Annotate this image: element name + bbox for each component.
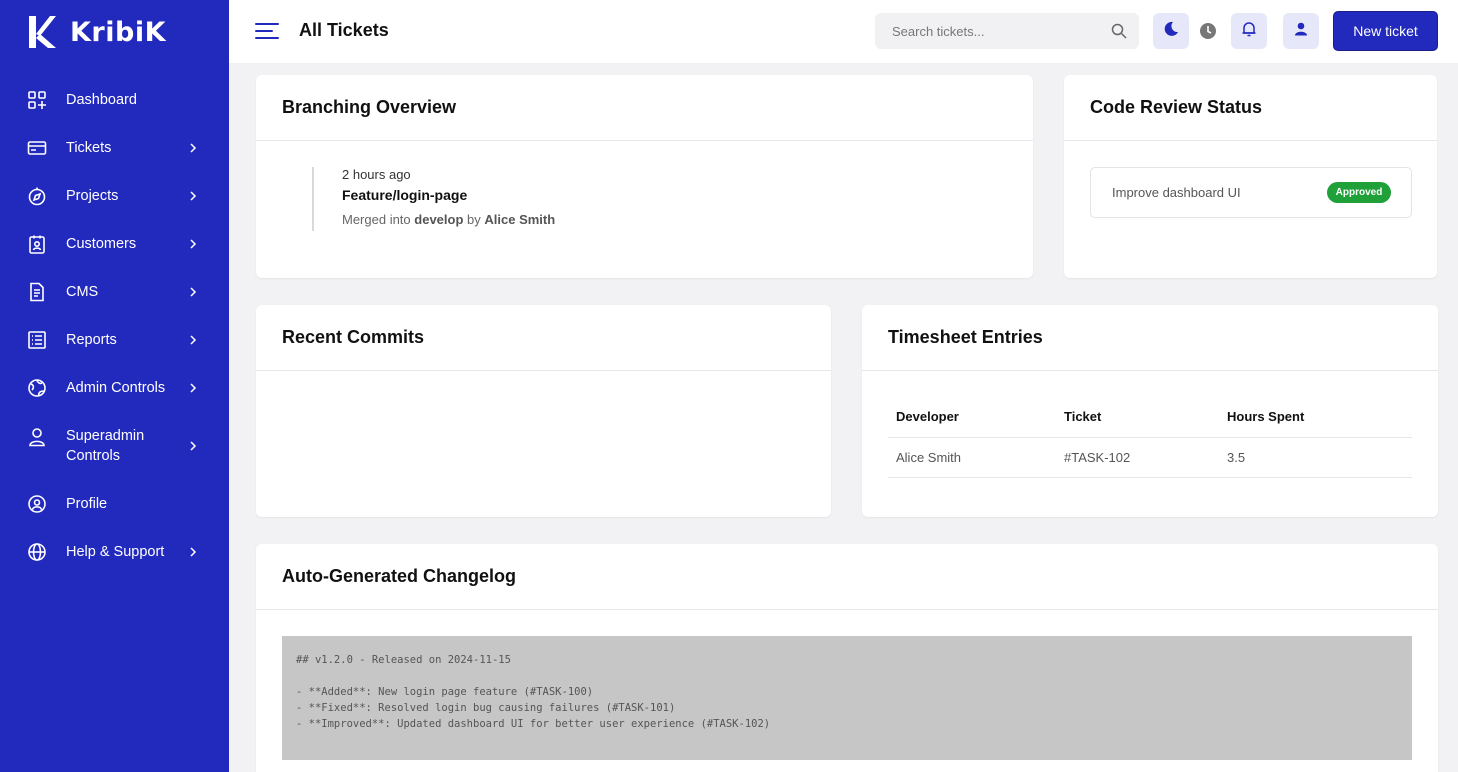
- sidebar-item-label: Projects: [66, 188, 119, 204]
- search-icon[interactable]: [1111, 23, 1127, 39]
- chevron-right-icon: [187, 238, 199, 250]
- contact-card-icon: [27, 234, 47, 254]
- sidebar-item-profile[interactable]: Profile: [0, 494, 229, 514]
- list-icon: [27, 330, 47, 350]
- kribik-logo-icon: [29, 16, 56, 48]
- chevron-right-icon: [187, 142, 199, 154]
- target-branch: develop: [414, 212, 464, 227]
- chevron-right-icon: [187, 334, 199, 346]
- card-title: Recent Commits: [282, 327, 425, 347]
- menu-toggle-icon[interactable]: [255, 22, 279, 40]
- changelog-text: ## v1.2.0 - Released on 2024-11-15 - **A…: [296, 652, 1398, 732]
- ticket-icon: [27, 138, 47, 158]
- timeline-time: 2 hours ago: [342, 167, 411, 182]
- sidebar-item-help-support[interactable]: Help & Support: [0, 542, 229, 562]
- card-title: Timesheet Entries: [888, 327, 1043, 347]
- merge-message: Merged into develop by Alice Smith: [342, 212, 555, 227]
- review-item-title: Improve dashboard UI: [1112, 185, 1241, 200]
- chevron-right-icon: [187, 286, 199, 298]
- sidebar-item-tickets[interactable]: Tickets: [0, 138, 229, 158]
- user-avatar-icon: [1292, 20, 1310, 43]
- column-header: Hours Spent: [1219, 397, 1412, 438]
- card-header: Auto-Generated Changelog: [256, 544, 1438, 610]
- changelog-content: ## v1.2.0 - Released on 2024-11-15 - **A…: [282, 636, 1412, 760]
- sidebar-item-label: Dashboard: [66, 92, 137, 108]
- sidebar-item-label: Reports: [66, 332, 117, 348]
- page-title: All Tickets: [299, 20, 389, 40]
- card-header: Recent Commits: [256, 305, 831, 371]
- top-bar: All Tickets New ticket: [229, 0, 1458, 63]
- chevron-right-icon: [187, 546, 199, 558]
- chevron-right-icon: [187, 190, 199, 202]
- sidebar-item-label: Admin Controls: [66, 380, 166, 396]
- moon-icon: [1162, 20, 1180, 43]
- sidebar-item-label: Customers: [66, 236, 137, 252]
- sidebar-item-label: Tickets: [66, 140, 112, 156]
- branch-timeline-item: 2 hours ago Feature/login-page Merged in…: [312, 167, 1012, 231]
- sidebar-item-cms[interactable]: CMS: [0, 282, 229, 302]
- changelog-line: ## v1.2.0 - Released on 2024-11-15: [296, 654, 511, 666]
- card-header: Code Review Status: [1064, 75, 1437, 141]
- table-header-row: Developer Ticket Hours Spent: [888, 397, 1412, 438]
- column-header: Developer: [888, 397, 1056, 438]
- new-ticket-button[interactable]: New ticket: [1333, 11, 1438, 51]
- bell-icon: [1240, 20, 1258, 43]
- chevron-right-icon: [187, 440, 199, 452]
- changelog-line: - **Added**: New login page feature (#TA…: [296, 686, 594, 698]
- sidebar-item-label: Superadmin Controls: [66, 428, 145, 464]
- globe-icon: [27, 378, 47, 398]
- sidebar-item-label: CMS: [66, 284, 99, 300]
- notifications-button[interactable]: [1231, 13, 1267, 49]
- card-header: Timesheet Entries: [862, 305, 1438, 371]
- sidebar-item-projects[interactable]: Projects: [0, 186, 229, 206]
- card-title: Auto-Generated Changelog: [282, 566, 517, 586]
- sidebar-item-superadmin-controls[interactable]: Superadmin Controls: [0, 426, 229, 466]
- user-icon: [27, 427, 47, 447]
- search-box: [875, 13, 1139, 49]
- profile-globe-icon: [27, 494, 47, 514]
- sidebar-item-label: Help & Support: [66, 544, 165, 560]
- timesheet-table: Developer Ticket Hours Spent Alice Smith…: [888, 397, 1412, 478]
- code-review-card: Code Review Status Improve dashboard UI …: [1064, 75, 1437, 278]
- changelog-line: - **Fixed**: Resolved login bug causing …: [296, 702, 676, 714]
- timesheet-card: Timesheet Entries Developer Ticket Hours…: [862, 305, 1438, 517]
- table-row: Alice Smith #TASK-102 3.5: [888, 437, 1412, 478]
- grid-icon: [27, 90, 47, 110]
- sidebar-item-customers[interactable]: Customers: [0, 234, 229, 254]
- table-cell: #TASK-102: [1056, 437, 1219, 478]
- branching-overview-card: Branching Overview 2 hours ago Feature/l…: [256, 75, 1033, 278]
- sidebar: KribiK Dashboard Tickets Projects Custom…: [0, 0, 229, 772]
- changelog-card: Auto-Generated Changelog ## v1.2.0 - Rel…: [256, 544, 1438, 772]
- card-title: Code Review Status: [1090, 97, 1263, 117]
- branch-name: Feature/login-page: [342, 187, 468, 203]
- clock-icon[interactable]: [1199, 22, 1217, 40]
- table-cell: 3.5: [1219, 437, 1412, 478]
- user-menu-button[interactable]: [1283, 13, 1319, 49]
- sidebar-item-dashboard[interactable]: Dashboard: [0, 90, 229, 110]
- recent-commits-card: Recent Commits: [256, 305, 831, 517]
- merge-author: Alice Smith: [484, 212, 556, 227]
- chevron-right-icon: [187, 382, 199, 394]
- support-globe-icon: [27, 542, 47, 562]
- brand-name: KribiK: [70, 16, 166, 48]
- merge-by: by: [467, 212, 481, 227]
- table-cell: Alice Smith: [888, 437, 1056, 478]
- brand-logo[interactable]: KribiK: [26, 14, 166, 50]
- card-title: Branching Overview: [282, 97, 457, 117]
- status-badge: Approved: [1327, 182, 1391, 203]
- sidebar-item-reports[interactable]: Reports: [0, 330, 229, 350]
- sidebar-item-label: Profile: [66, 496, 108, 512]
- merge-prefix: Merged into: [342, 212, 411, 227]
- sidebar-item-admin-controls[interactable]: Admin Controls: [0, 378, 229, 398]
- review-item[interactable]: Improve dashboard UI Approved: [1090, 167, 1412, 218]
- changelog-line: - **Improved**: Updated dashboard UI for…: [296, 718, 771, 730]
- card-header: Branching Overview: [256, 75, 1033, 141]
- dark-mode-toggle[interactable]: [1153, 13, 1189, 49]
- compass-icon: [27, 186, 47, 206]
- document-icon: [27, 282, 47, 302]
- search-input[interactable]: [875, 13, 1103, 49]
- column-header: Ticket: [1056, 397, 1219, 438]
